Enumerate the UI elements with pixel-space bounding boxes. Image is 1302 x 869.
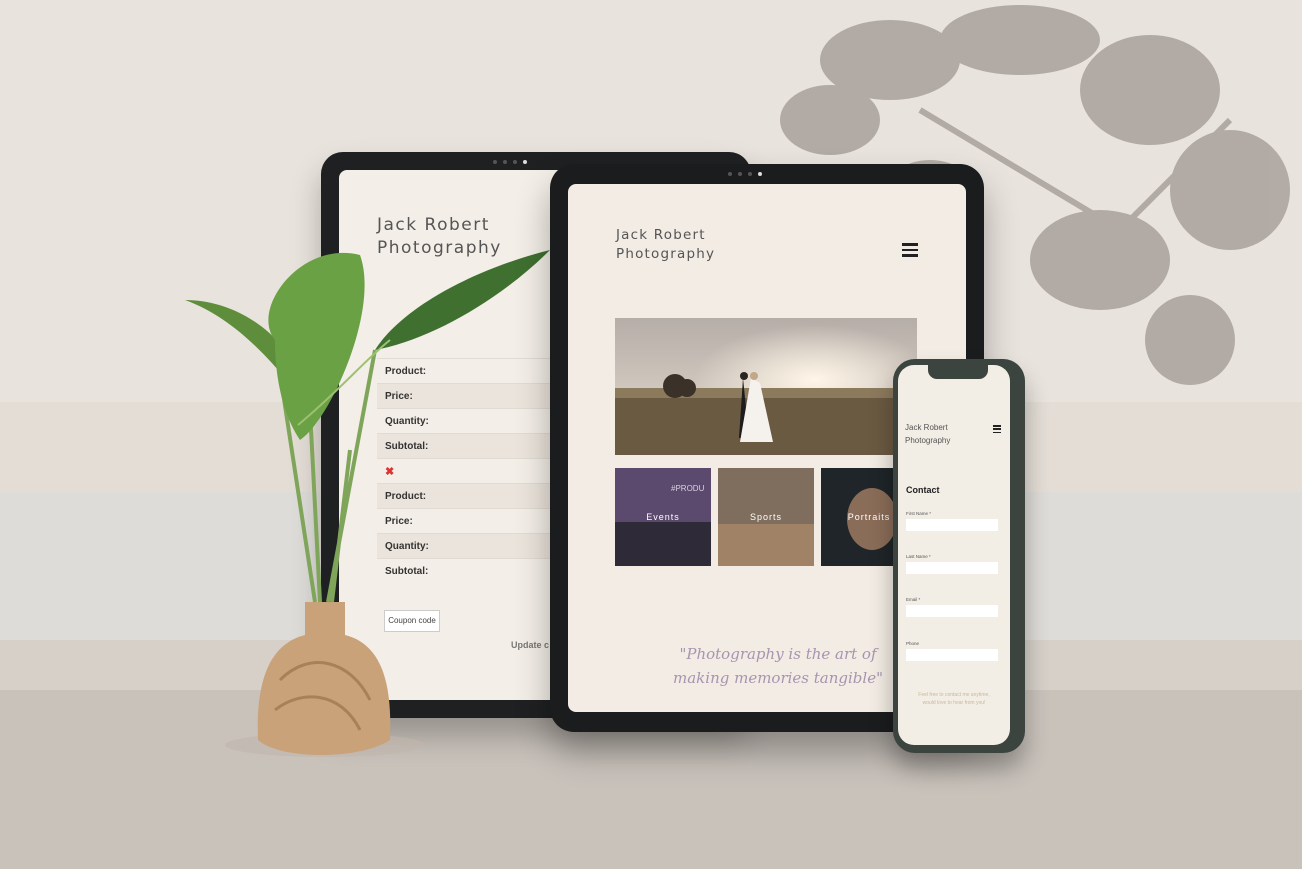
last-name-field[interactable]: [906, 562, 998, 574]
tile-sports[interactable]: Sports: [718, 468, 814, 566]
site-title-line: Jack Robert: [377, 215, 490, 235]
wedding-couple-photo: [615, 318, 917, 455]
phone: Jack Robert Photography Contact First Na…: [893, 359, 1025, 753]
quote-text: "Photography is the art of making memori…: [648, 642, 908, 690]
camera-dots: [728, 172, 762, 176]
tile-label: Events: [646, 512, 680, 522]
quote-line: "Photography is the art of: [679, 645, 877, 663]
site-title-line: Jack Robert: [905, 423, 948, 432]
footer-line: Feel free to contact me anytime,: [918, 692, 990, 698]
field-label: First Name *: [906, 511, 932, 516]
site-title-line: Jack Robert: [616, 227, 706, 243]
tile-label: Sports: [749, 512, 782, 522]
tile-banner-text: #PRODU: [671, 484, 705, 493]
field-label: Phone: [906, 641, 920, 646]
hamburger-icon[interactable]: [902, 243, 918, 260]
camera-dots: [493, 160, 527, 164]
plant-in-vase: [185, 250, 550, 757]
tile-events[interactable]: #PRODU Events: [615, 468, 711, 566]
email-field[interactable]: [906, 605, 998, 617]
quote-line: making memories tangible": [673, 669, 883, 687]
phone-field[interactable]: [906, 649, 998, 661]
site-title-line: Photography: [616, 246, 716, 262]
site-title[interactable]: Jack Robert Photography: [616, 226, 816, 264]
hero-image: [615, 318, 917, 455]
first-name-field[interactable]: [906, 519, 998, 531]
field-label: Email *: [906, 597, 921, 602]
footer-note: Feel free to contact me anytime, would l…: [908, 691, 1000, 707]
field-label: Last Name *: [906, 554, 931, 559]
contact-page-screen: Jack Robert Photography Contact First Na…: [898, 365, 1010, 745]
site-title-line: Photography: [905, 436, 951, 445]
site-title[interactable]: Jack Robert Photography: [905, 421, 950, 447]
tile-floor: [718, 524, 814, 566]
category-tiles: #PRODU Events Sports Portraits: [615, 468, 917, 566]
phone-notch: [928, 365, 988, 379]
hamburger-icon[interactable]: [993, 425, 1001, 435]
contact-heading: Contact: [906, 485, 940, 495]
footer-line: would love to hear from you!: [922, 700, 986, 706]
